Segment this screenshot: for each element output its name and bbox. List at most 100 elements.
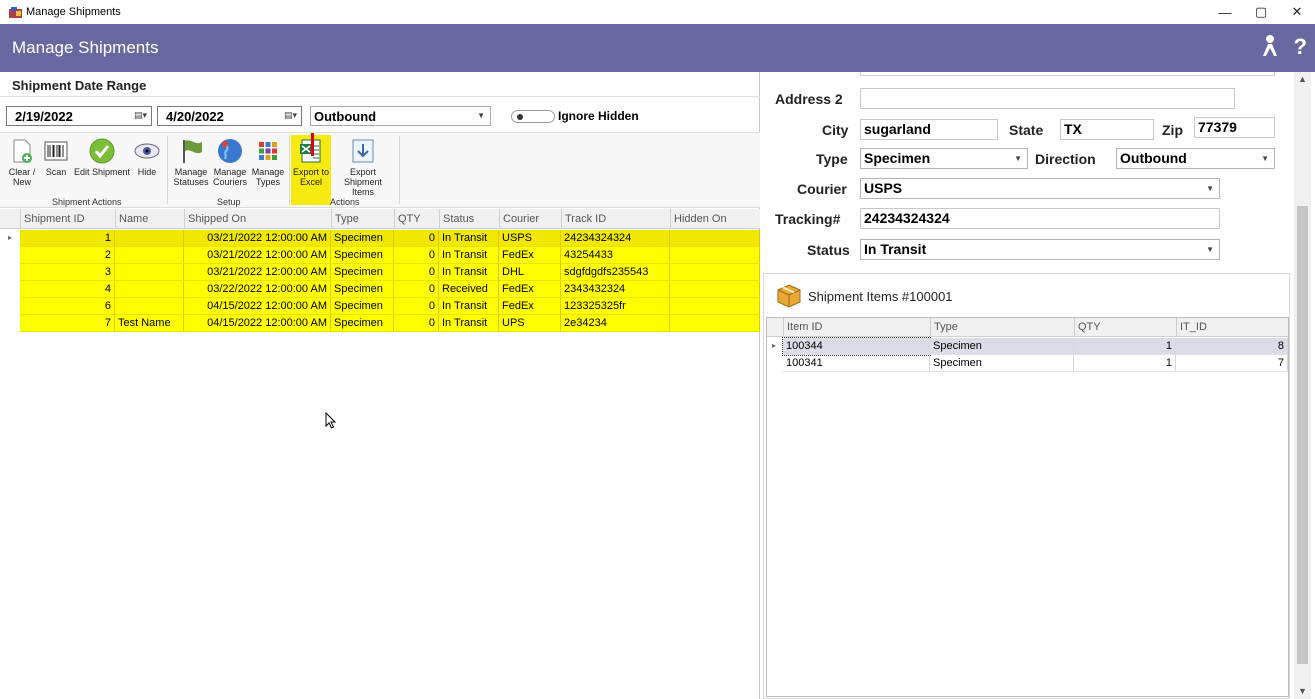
name-cell[interactable] xyxy=(115,264,184,281)
item-id-cell[interactable]: 100344 xyxy=(782,337,931,356)
minimize-button[interactable]: — xyxy=(1207,0,1243,24)
hidden-on-cell[interactable] xyxy=(670,264,760,281)
shipped-on-cell[interactable]: 03/22/2022 12:00:00 AM xyxy=(184,281,331,298)
type-cell[interactable]: Specimen xyxy=(331,315,394,332)
shipment-id-cell[interactable]: 6 xyxy=(20,298,115,315)
manage-couriers-button[interactable]: Manage Couriers xyxy=(212,137,248,187)
ignore-hidden-toggle[interactable] xyxy=(511,110,555,123)
column-header[interactable]: Courier xyxy=(499,209,561,229)
shipped-on-cell[interactable]: 03/21/2022 12:00:00 AM xyxy=(184,230,331,247)
start-date-picker[interactable]: 2/19/2022 ▤▾ xyxy=(6,106,152,126)
hide-button[interactable]: Hide xyxy=(134,137,160,177)
track-id-cell[interactable]: sdgfdgdfs235543 xyxy=(561,264,670,281)
qty-cell[interactable]: 0 xyxy=(394,281,439,298)
column-header[interactable]: Name xyxy=(115,209,184,229)
shipment-id-cell[interactable]: 4 xyxy=(20,281,115,298)
courier-cell[interactable]: USPS xyxy=(499,230,561,247)
shipped-on-cell[interactable]: 03/21/2022 12:00:00 AM xyxy=(184,264,331,281)
courier-cell[interactable]: FedEx xyxy=(499,281,561,298)
edit-shipment-button[interactable]: Edit Shipment xyxy=(73,137,131,177)
address2-input[interactable] xyxy=(860,88,1235,109)
column-header[interactable]: Item ID xyxy=(783,318,930,337)
column-header[interactable]: Shipped On xyxy=(184,209,331,229)
courier-cell[interactable]: UPS xyxy=(499,315,561,332)
close-button[interactable]: ✕ xyxy=(1279,0,1315,24)
item-type-cell[interactable]: Specimen xyxy=(930,355,1074,372)
column-header[interactable]: Type xyxy=(930,318,1074,337)
shipment-id-cell[interactable]: 1 xyxy=(20,230,115,247)
manage-statuses-button[interactable]: Manage Statuses xyxy=(172,137,210,187)
status-cell[interactable]: In Transit xyxy=(439,264,499,281)
track-id-cell[interactable]: 123325325fr xyxy=(561,298,670,315)
column-header[interactable]: IT_ID xyxy=(1176,318,1288,337)
type-cell[interactable]: Specimen xyxy=(331,281,394,298)
status-cell[interactable]: Received xyxy=(439,281,499,298)
export-shipment-items-button[interactable]: Export Shipment Items xyxy=(333,137,393,197)
table-row[interactable]: 4 03/22/2022 12:00:00 AM Specimen 0 Received… xyxy=(0,281,760,298)
track-id-cell[interactable]: 2343432324 xyxy=(561,281,670,298)
state-input[interactable]: TX xyxy=(1060,119,1154,140)
qty-cell[interactable]: 0 xyxy=(394,315,439,332)
shipment-id-cell[interactable]: 3 xyxy=(20,264,115,281)
hidden-on-cell[interactable] xyxy=(670,281,760,298)
column-header[interactable]: QTY xyxy=(394,209,439,229)
it-id-cell[interactable]: 8 xyxy=(1176,338,1288,355)
direction-filter-select[interactable]: Outbound ▼ xyxy=(310,106,491,126)
hidden-on-cell[interactable] xyxy=(670,315,760,332)
courier-cell[interactable]: FedEx xyxy=(499,247,561,264)
item-qty-cell[interactable]: 1 xyxy=(1074,355,1176,372)
status-cell[interactable]: In Transit xyxy=(439,298,499,315)
hidden-on-cell[interactable] xyxy=(670,230,760,247)
table-row[interactable]: 6 04/15/2022 12:00:00 AM Specimen 0 In Trans… xyxy=(0,298,760,315)
column-header[interactable]: Shipment ID xyxy=(20,209,115,229)
city-input[interactable]: sugarland xyxy=(860,119,998,140)
manage-types-button[interactable]: Manage Types xyxy=(250,137,286,187)
shipment-id-cell[interactable]: 2 xyxy=(20,247,115,264)
scrollbar-thumb[interactable] xyxy=(1297,206,1308,664)
column-header[interactable]: Status xyxy=(439,209,499,229)
name-cell[interactable] xyxy=(115,247,184,264)
chevron-up-icon[interactable]: ▲ xyxy=(1298,74,1307,84)
type-cell[interactable]: Specimen xyxy=(331,264,394,281)
type-select[interactable]: Specimen ▼ xyxy=(860,148,1028,169)
end-date-picker[interactable]: 4/20/2022 ▤▾ xyxy=(157,106,302,126)
shipped-on-cell[interactable]: 04/15/2022 12:00:00 AM xyxy=(184,315,331,332)
table-row[interactable]: ▸ 1 03/21/2022 12:00:00 AM Specimen 0 In Tran… xyxy=(0,230,760,247)
scan-button[interactable]: Scan xyxy=(42,137,70,177)
name-cell[interactable] xyxy=(115,298,184,315)
name-cell[interactable] xyxy=(115,281,184,298)
item-id-cell[interactable]: 100341 xyxy=(783,355,930,372)
direction-select[interactable]: Outbound ▼ xyxy=(1116,148,1275,169)
type-cell[interactable]: Specimen xyxy=(331,230,394,247)
qty-cell[interactable]: 0 xyxy=(394,264,439,281)
clear-new-button[interactable]: Clear / New xyxy=(6,137,38,187)
qty-cell[interactable]: 0 xyxy=(394,247,439,264)
name-cell[interactable]: Test Name xyxy=(115,315,184,332)
hidden-on-cell[interactable] xyxy=(670,247,760,264)
status-select[interactable]: In Transit ▼ xyxy=(860,239,1220,260)
user-icon[interactable] xyxy=(1260,34,1280,64)
chevron-down-icon[interactable]: ▼ xyxy=(1298,686,1307,696)
qty-cell[interactable]: 0 xyxy=(394,298,439,315)
name-cell[interactable] xyxy=(115,230,184,247)
status-cell[interactable]: In Transit xyxy=(439,230,499,247)
type-cell[interactable]: Specimen xyxy=(331,298,394,315)
column-header[interactable]: Type xyxy=(331,209,394,229)
item-type-cell[interactable]: Specimen xyxy=(930,338,1074,355)
maximize-button[interactable]: ▢ xyxy=(1243,0,1279,24)
table-row[interactable]: 2 03/21/2022 12:00:00 AM Specimen 0 In Trans… xyxy=(0,247,760,264)
item-qty-cell[interactable]: 1 xyxy=(1074,338,1176,355)
qty-cell[interactable]: 0 xyxy=(394,230,439,247)
tracking-input[interactable]: 24234324324 xyxy=(860,208,1220,229)
column-header[interactable]: Track ID xyxy=(561,209,670,229)
help-icon[interactable]: ? xyxy=(1294,34,1307,64)
column-header[interactable]: QTY xyxy=(1074,318,1176,337)
details-scrollbar[interactable]: ▲ ▼ xyxy=(1294,72,1311,699)
zip-input[interactable]: 77379 xyxy=(1194,117,1275,138)
track-id-cell[interactable]: 24234324324 xyxy=(561,230,670,247)
table-row[interactable]: 7 Test Name 04/15/2022 12:00:00 AM Specimen… xyxy=(0,315,760,332)
courier-select[interactable]: USPS ▼ xyxy=(860,178,1220,199)
it-id-cell[interactable]: 7 xyxy=(1176,355,1288,372)
shipped-on-cell[interactable]: 04/15/2022 12:00:00 AM xyxy=(184,298,331,315)
column-header[interactable]: Hidden On xyxy=(670,209,760,229)
